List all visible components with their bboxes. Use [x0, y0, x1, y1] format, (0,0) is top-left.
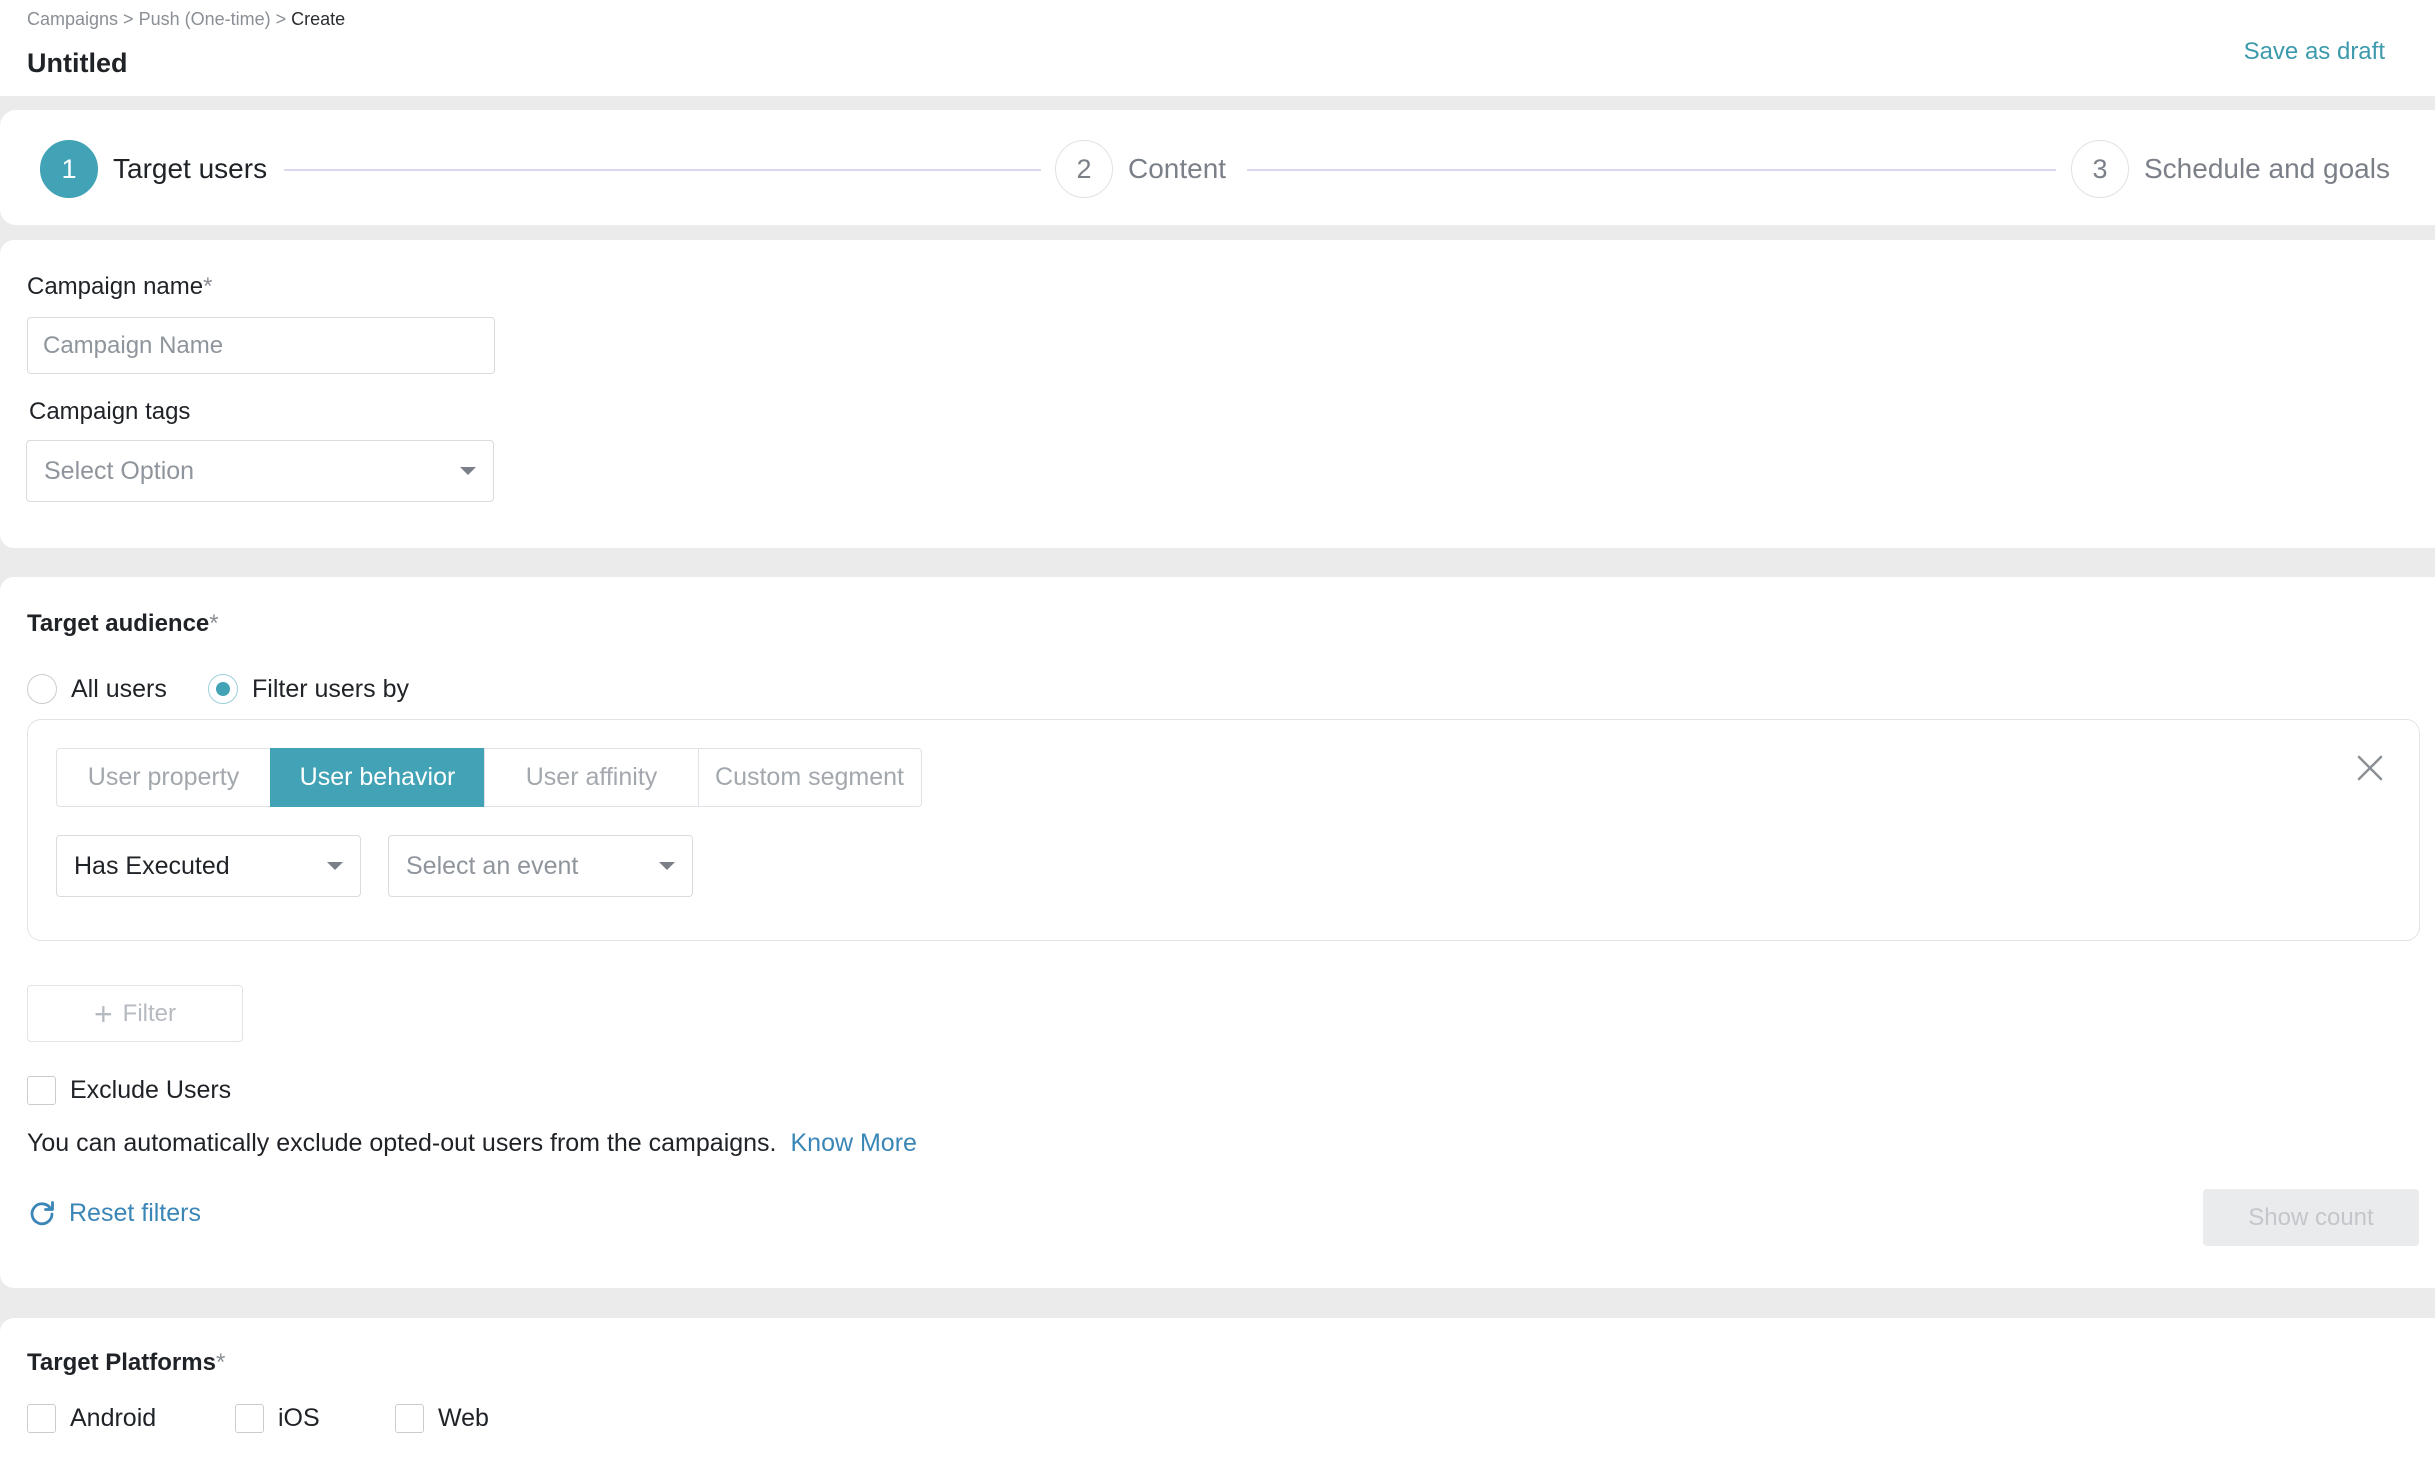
exclude-info-message: You can automatically exclude opted-out … — [27, 1129, 777, 1157]
exclude-users-checkbox[interactable]: Exclude Users — [27, 1076, 231, 1105]
radio-button[interactable] — [208, 674, 238, 704]
condition-select[interactable]: Has Executed — [56, 835, 361, 897]
stepper: 1 Target users 2 Content 3 Schedule and … — [0, 110, 2435, 225]
refresh-icon — [30, 1201, 54, 1226]
filter-box: User property User behavior User affinit… — [27, 719, 2420, 941]
checkbox[interactable] — [235, 1404, 264, 1433]
add-filter-label: Filter — [122, 999, 177, 1027]
step-number: 1 — [40, 140, 98, 198]
step-target-users[interactable]: 1 Target users — [40, 140, 267, 198]
close-icon[interactable] — [2356, 754, 2384, 782]
target-audience-card: Target audience* All users Filter users … — [0, 577, 2435, 1288]
target-platforms-card: Target Platforms* Android iOS Web — [0, 1318, 2435, 1480]
reset-filters-label: Reset filters — [69, 1198, 201, 1227]
campaign-name-label-text: Campaign name — [27, 273, 204, 300]
campaign-name-label: Campaign name* — [27, 273, 212, 301]
page-title[interactable]: Untitled — [27, 48, 128, 79]
required-asterisk: * — [215, 1349, 226, 1376]
required-asterisk: * — [203, 273, 213, 300]
know-more-link[interactable]: Know More — [791, 1129, 917, 1157]
breadcrumb-current: Create — [291, 9, 346, 29]
breadcrumb-push-one-time[interactable]: Push (One-time) — [139, 9, 271, 29]
target-audience-title-text: Target audience — [27, 610, 210, 637]
event-value: Select an event — [406, 851, 579, 880]
radio-filter-users-by[interactable]: Filter users by — [208, 674, 409, 704]
step-number: 3 — [2071, 140, 2129, 198]
target-platforms-title-text: Target Platforms — [27, 1349, 216, 1376]
exclude-info-text: You can automatically exclude opted-out … — [27, 1129, 917, 1158]
platform-android-checkbox[interactable]: Android — [27, 1404, 156, 1433]
tab-user-property[interactable]: User property — [56, 748, 271, 807]
campaign-tags-label: Campaign tags — [29, 398, 191, 425]
add-filter-button[interactable]: + Filter — [27, 985, 243, 1042]
checkbox[interactable] — [395, 1404, 424, 1433]
step-label: Content — [1128, 153, 1227, 184]
campaign-name-input[interactable] — [27, 317, 495, 374]
step-schedule-and-goals[interactable]: 3 Schedule and goals — [2071, 140, 2390, 198]
campaign-tags-select[interactable]: Select Option — [26, 440, 494, 502]
reset-filters-button[interactable]: Reset filters — [27, 1198, 201, 1228]
checkbox-label: Android — [70, 1404, 157, 1432]
checkbox-label: Exclude Users — [70, 1076, 232, 1104]
filter-type-tabs: User property User behavior User affinit… — [56, 748, 922, 807]
page: Campaigns > Push (One-time) > Create Untitle… — [0, 0, 2435, 1480]
campaign-tags-value: Select Option — [44, 456, 195, 485]
breadcrumb-separator: > — [123, 9, 134, 29]
chevron-down-icon — [460, 467, 476, 475]
step-number: 2 — [1055, 140, 1113, 198]
platform-web-checkbox[interactable]: Web — [395, 1404, 489, 1433]
step-label: Schedule and goals — [2144, 153, 2390, 184]
tab-user-affinity[interactable]: User affinity — [484, 748, 699, 807]
checkbox[interactable] — [27, 1404, 56, 1433]
save-as-draft-button[interactable]: Save as draft — [2244, 38, 2385, 66]
campaign-details-card: Campaign name* Campaign tags Select Opti… — [0, 240, 2435, 548]
radio-label: Filter users by — [252, 674, 409, 703]
radio-label: All users — [71, 674, 167, 703]
target-platforms-title: Target Platforms* — [27, 1349, 225, 1377]
step-content[interactable]: 2 Content — [1055, 140, 1226, 198]
event-select[interactable]: Select an event — [388, 835, 693, 897]
radio-all-users[interactable]: All users — [27, 674, 167, 704]
chevron-down-icon — [659, 862, 675, 870]
show-count-button[interactable]: Show count — [2203, 1189, 2419, 1246]
breadcrumb-separator: > — [275, 9, 287, 29]
step-label: Target users — [113, 153, 268, 184]
checkbox-label: Web — [438, 1404, 489, 1432]
required-asterisk: * — [209, 610, 219, 637]
step-connector — [284, 169, 1041, 171]
checkbox[interactable] — [27, 1076, 56, 1105]
radio-button[interactable] — [27, 674, 57, 704]
step-connector — [1247, 169, 2056, 171]
tab-user-behavior[interactable]: User behavior — [269, 748, 486, 807]
checkbox-label: iOS — [278, 1404, 320, 1432]
breadcrumb: Campaigns > Push (One-time) > Create — [27, 9, 345, 30]
breadcrumb-campaigns[interactable]: Campaigns — [27, 9, 118, 29]
platform-ios-checkbox[interactable]: iOS — [235, 1404, 320, 1433]
header: Campaigns > Push (One-time) > Create Untitle… — [0, 0, 2435, 96]
chevron-down-icon — [327, 862, 343, 870]
plus-icon: + — [93, 995, 113, 1032]
target-audience-title: Target audience* — [27, 610, 219, 638]
tab-custom-segment[interactable]: Custom segment — [697, 748, 922, 807]
condition-value: Has Executed — [74, 851, 230, 880]
